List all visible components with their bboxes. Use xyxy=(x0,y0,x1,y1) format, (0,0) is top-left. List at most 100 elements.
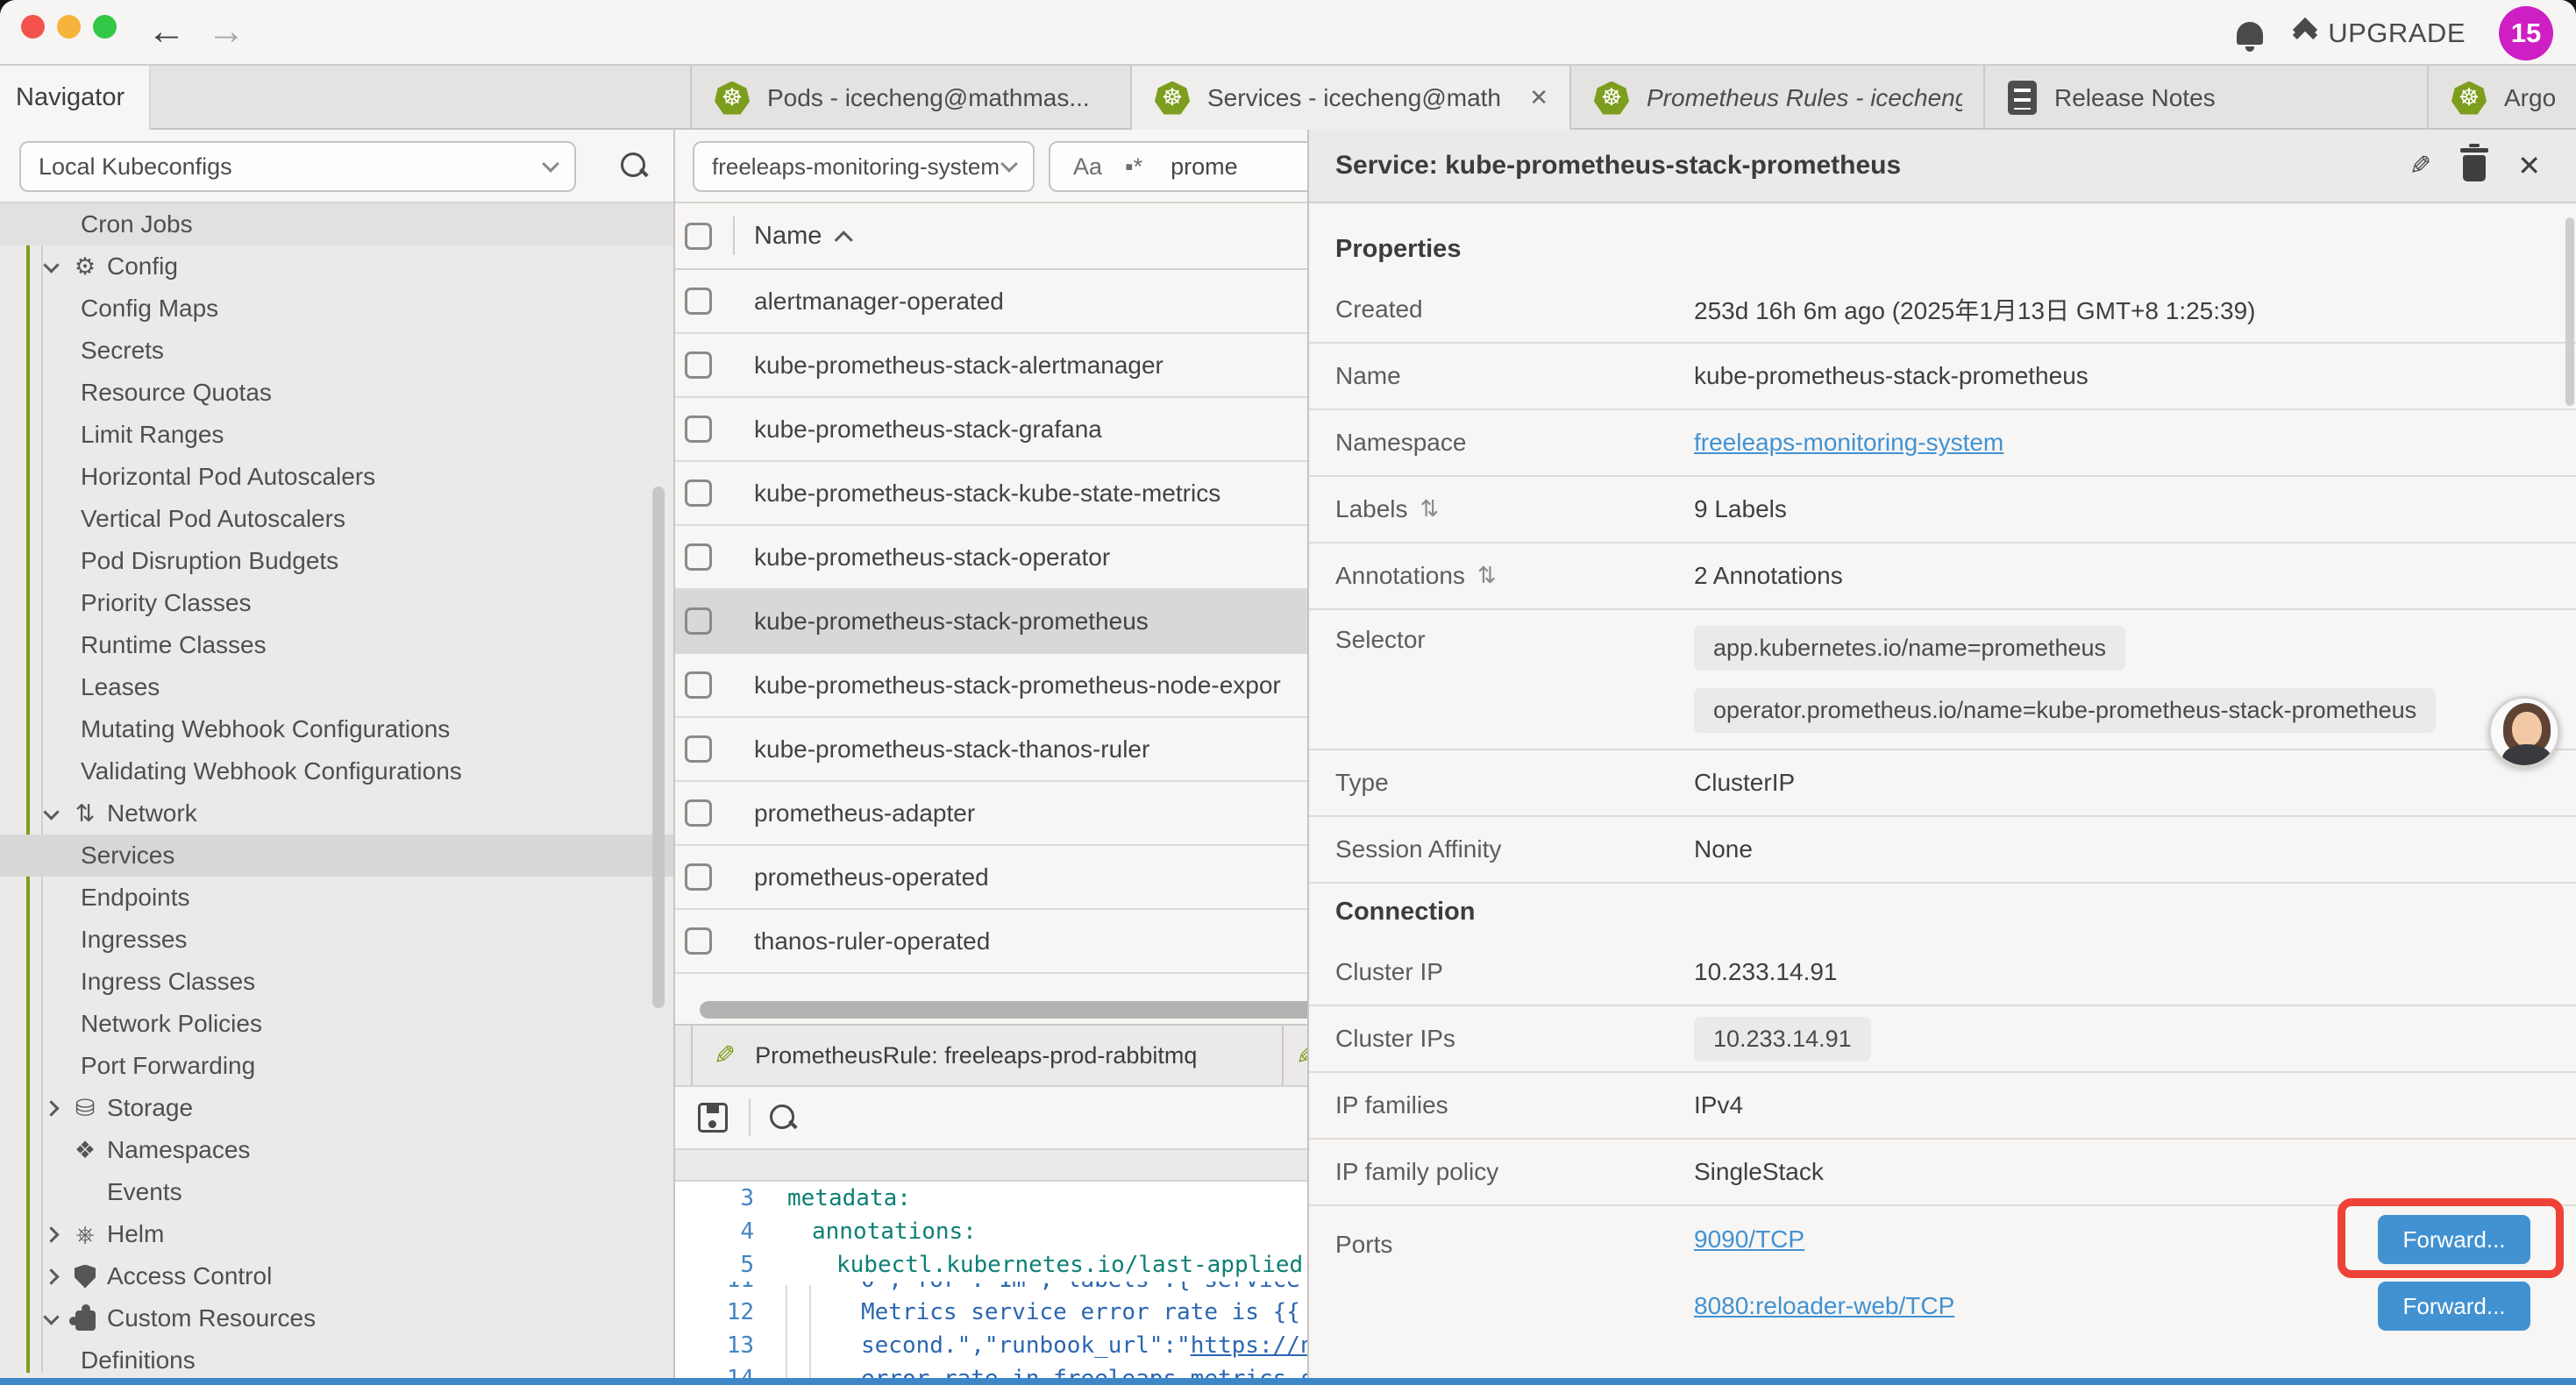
delete-service-button[interactable] xyxy=(2463,150,2486,181)
selector-badges: app.kubernetes.io/name=prometheusoperato… xyxy=(1694,626,2436,733)
sidebar-item-priority-classes[interactable]: Priority Classes xyxy=(0,582,673,624)
user-avatar[interactable] xyxy=(2488,696,2560,768)
sidebar-item-network[interactable]: ⇅Network xyxy=(0,792,673,835)
sidebar-item-namespaces[interactable]: ❖Namespaces xyxy=(0,1129,673,1171)
property-label: Selector xyxy=(1335,626,1694,654)
port-link[interactable]: 9090/TCP xyxy=(1694,1225,1804,1254)
row-checkbox[interactable] xyxy=(685,863,712,891)
sidebar-item-custom-resources[interactable]: Custom Resources xyxy=(0,1297,673,1339)
editor-tab-prometheusrule[interactable]: ✎ PrometheusRule: freeleaps-prod-rabbitm… xyxy=(693,1026,1282,1085)
sidebar-item-ingresses[interactable]: Ingresses xyxy=(0,919,673,961)
row-checkbox[interactable] xyxy=(685,288,712,315)
edit-service-button[interactable]: ✎ xyxy=(2409,151,2431,181)
close-icon[interactable]: ✕ xyxy=(1529,84,1548,111)
sidebar-item-label: Endpoints xyxy=(0,884,190,912)
row-checkbox[interactable] xyxy=(685,352,712,379)
row-checkbox[interactable] xyxy=(685,607,712,635)
select-all-checkbox[interactable] xyxy=(685,223,712,250)
property-value: IPv4 xyxy=(1694,1091,1743,1119)
property-label: Cluster IP xyxy=(1335,958,1694,986)
property-value: SingleStack xyxy=(1694,1158,1824,1186)
back-arrow-icon[interactable]: ← xyxy=(147,7,186,56)
tab-argo-se[interactable]: ☸Argo Se xyxy=(2427,66,2576,130)
regex-icon[interactable]: ▪* xyxy=(1125,153,1142,181)
row-name: kube-prometheus-stack-grafana xyxy=(754,416,1102,444)
sidebar-item-resource-quotas[interactable]: Resource Quotas xyxy=(0,372,673,414)
upgrade-chevrons-icon xyxy=(2296,21,2314,44)
sort-updown-icon[interactable]: ⇅ xyxy=(1477,563,1497,589)
sidebar-item-config-maps[interactable]: Config Maps xyxy=(0,288,673,330)
row-checkbox[interactable] xyxy=(685,735,712,763)
navigator-tab-label: Navigator xyxy=(16,83,125,112)
property-row-labels: Labels⇅9 Labels xyxy=(1309,477,2576,543)
sidebar-item-horizontal-pod-autoscalers[interactable]: Horizontal Pod Autoscalers xyxy=(0,456,673,498)
sidebar-scrollbar[interactable] xyxy=(652,487,665,1008)
sort-updown-icon[interactable]: ⇅ xyxy=(1420,496,1440,522)
row-checkbox[interactable] xyxy=(685,479,712,507)
notification-count-badge[interactable]: 15 xyxy=(2499,6,2553,60)
editor-tab-title: PrometheusRule: freeleaps-prod-rabbitmq xyxy=(755,1042,1197,1069)
save-icon[interactable] xyxy=(698,1103,728,1133)
row-checkbox[interactable] xyxy=(685,671,712,699)
forward-button[interactable]: Forward... xyxy=(2378,1282,2530,1331)
sidebar-search-icon[interactable] xyxy=(621,153,647,179)
sidebar-item-cron-jobs[interactable]: Cron Jobs xyxy=(0,203,673,245)
kubeconfig-select[interactable]: Local Kubeconfigs xyxy=(19,141,576,192)
sidebar-item-leases[interactable]: Leases xyxy=(0,666,673,708)
avatar-shirt xyxy=(2502,744,2551,768)
resource-tree: Cron Jobs⚙ConfigConfig MapsSecretsResour… xyxy=(0,203,673,1378)
sidebar-item-definitions[interactable]: Definitions xyxy=(0,1339,673,1378)
property-row-name: Namekube-prometheus-stack-prometheus xyxy=(1309,344,2576,410)
sort-ascending-icon[interactable] xyxy=(835,231,853,249)
minimize-window-button[interactable] xyxy=(57,15,81,39)
sidebar-item-mutating-webhook-configurations[interactable]: Mutating Webhook Configurations xyxy=(0,708,673,750)
forward-arrow-icon[interactable]: → xyxy=(207,7,246,56)
sidebar-item-endpoints[interactable]: Endpoints xyxy=(0,877,673,919)
tab-pods-icecheng-mathmas[interactable]: ☸Pods - icecheng@mathmas... xyxy=(690,66,1130,130)
sidebar-item-pod-disruption-budgets[interactable]: Pod Disruption Budgets xyxy=(0,540,673,582)
editor-search-icon[interactable] xyxy=(770,1104,796,1131)
property-row-cluster-ips: Cluster IPs10.233.14.91 xyxy=(1309,1006,2576,1073)
sidebar-item-services[interactable]: Services xyxy=(0,835,673,877)
row-checkbox[interactable] xyxy=(685,799,712,827)
match-case-icon[interactable]: Aa xyxy=(1073,153,1102,181)
upgrade-button[interactable]: UPGRADE xyxy=(2296,18,2466,49)
sidebar-item-events[interactable]: Events xyxy=(0,1171,673,1213)
sidebar-item-limit-ranges[interactable]: Limit Ranges xyxy=(0,414,673,456)
navigator-panel-tab[interactable]: Navigator xyxy=(0,66,151,130)
sidebar-item-network-policies[interactable]: Network Policies xyxy=(0,1003,673,1045)
forward-button[interactable]: Forward... xyxy=(2378,1215,2530,1264)
detail-scrollbar[interactable] xyxy=(2565,217,2574,406)
tab-label: Prometheus Rules - icecheng... xyxy=(1647,84,1962,112)
close-window-button[interactable] xyxy=(21,15,45,39)
helm-icon: ⎈ xyxy=(70,1223,100,1246)
tab-services-icecheng-math[interactable]: ☸Services - icecheng@math...✕ xyxy=(1130,66,1569,130)
line-number: 12 xyxy=(675,1299,754,1325)
row-checkbox[interactable] xyxy=(685,416,712,443)
sidebar-item-helm[interactable]: ⎈Helm xyxy=(0,1213,673,1255)
row-checkbox[interactable] xyxy=(685,543,712,571)
namespace-link[interactable]: freeleaps-monitoring-system xyxy=(1694,429,2003,457)
tab-prometheus-rules-icecheng[interactable]: ☸Prometheus Rules - icecheng... xyxy=(1569,66,1983,130)
notifications-bell-icon[interactable] xyxy=(2237,22,2263,45)
sidebar-item-config[interactable]: ⚙Config xyxy=(0,245,673,288)
tab-release-notes[interactable]: Release Notes xyxy=(1983,66,2427,130)
sidebar-item-ingress-classes[interactable]: Ingress Classes xyxy=(0,961,673,1003)
sidebar-item-secrets[interactable]: Secrets xyxy=(0,330,673,372)
row-name: thanos-ruler-operated xyxy=(754,927,990,955)
maximize-window-button[interactable] xyxy=(93,15,117,39)
indent-guide xyxy=(786,1285,787,1378)
sidebar-item-runtime-classes[interactable]: Runtime Classes xyxy=(0,624,673,666)
namespace-select[interactable]: freeleaps-monitoring-system xyxy=(693,141,1035,192)
close-panel-button[interactable]: ✕ xyxy=(2517,149,2541,182)
sidebar-item-port-forwarding[interactable]: Port Forwarding xyxy=(0,1045,673,1087)
port-link[interactable]: 8080:reloader-web/TCP xyxy=(1694,1292,1954,1320)
sidebar-item-label: Validating Webhook Configurations xyxy=(0,757,462,785)
row-name: kube-prometheus-stack-prometheus-node-ex… xyxy=(754,671,1281,700)
sidebar-item-access-control[interactable]: Access Control xyxy=(0,1255,673,1297)
sidebar-item-storage[interactable]: ⛁Storage xyxy=(0,1087,673,1129)
sidebar-item-validating-webhook-configurations[interactable]: Validating Webhook Configurations xyxy=(0,750,673,792)
sidebar-item-vertical-pod-autoscalers[interactable]: Vertical Pod Autoscalers xyxy=(0,498,673,540)
name-column-header[interactable]: Name xyxy=(754,222,822,251)
row-checkbox[interactable] xyxy=(685,927,712,955)
